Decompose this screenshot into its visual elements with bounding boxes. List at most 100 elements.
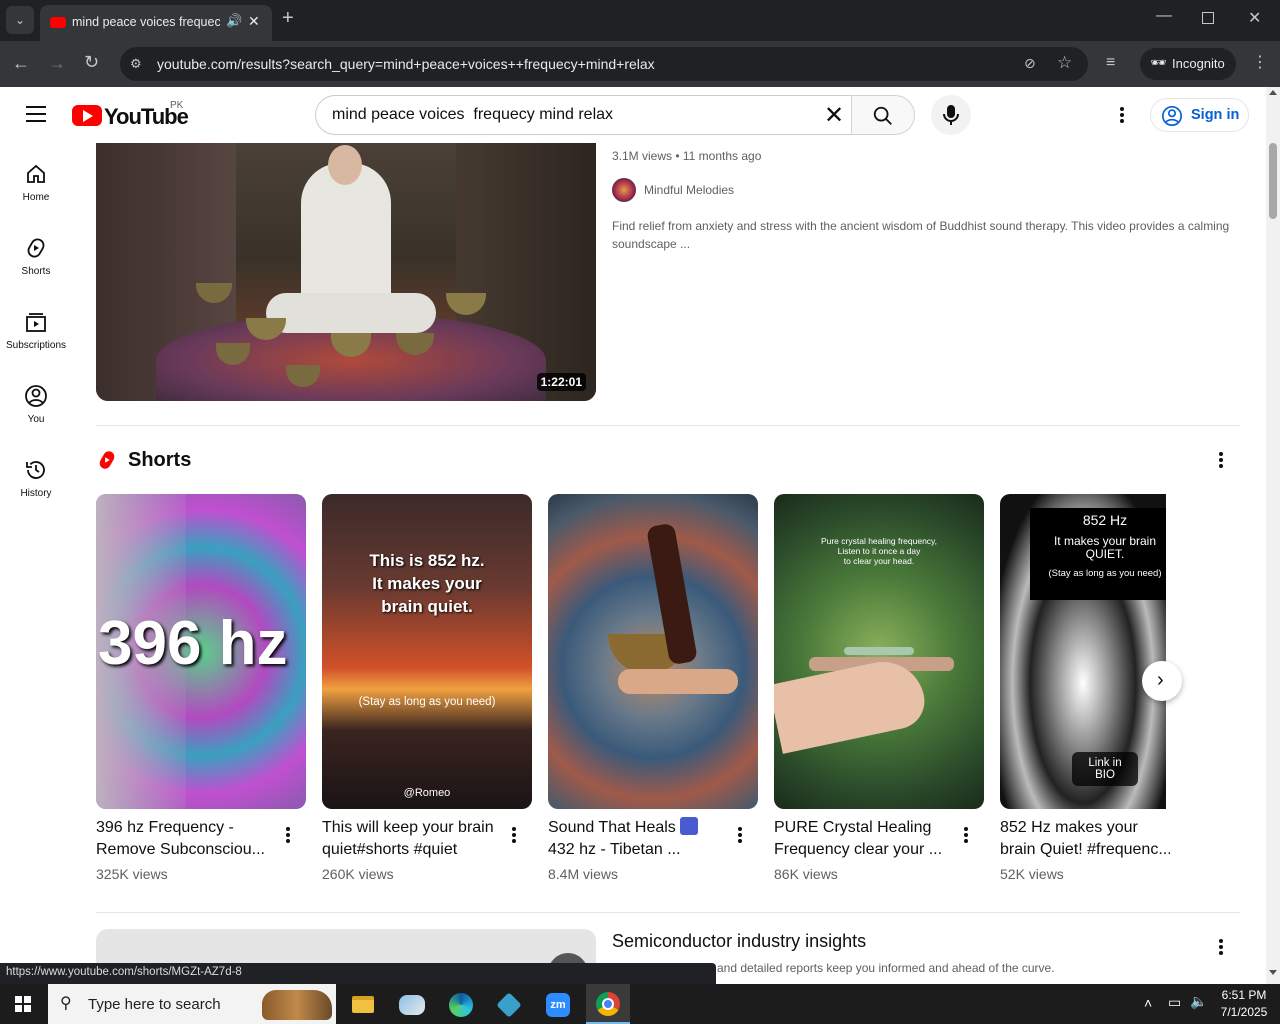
video-description: Find relief from anxiety and stress with…	[612, 219, 1230, 251]
home-icon	[27, 164, 45, 183]
media-controls-icon[interactable]: ≡	[1106, 55, 1115, 71]
incognito-badge[interactable]: 🕶 Incognito	[1140, 48, 1236, 80]
short-title-line: 852 Hz makes your	[1000, 819, 1138, 836]
short-views: 86K views	[774, 866, 838, 882]
file-explorer-icon[interactable]	[352, 996, 374, 1013]
search-query-text: mind peace voices frequecy mind relax	[332, 106, 614, 123]
page-scrollbar[interactable]	[1266, 87, 1280, 984]
short-thumbnail[interactable]: 396 hz	[96, 494, 306, 809]
show-hidden-icons-icon[interactable]: ˄	[1144, 995, 1152, 1011]
ad-menu-icon[interactable]	[1211, 937, 1231, 957]
short-title-line: Remove Subconsciou...	[96, 841, 265, 858]
sidebar-item-home[interactable]: Home	[4, 162, 68, 222]
sidebar-item-you[interactable]: You	[4, 384, 68, 444]
browser-menu-icon[interactable]: ⋮	[1252, 55, 1268, 71]
sidebar-item-shorts[interactable]: Shorts	[4, 236, 68, 296]
volume-icon[interactable]: 🔈	[1190, 993, 1207, 1010]
short-menu-icon[interactable]	[504, 825, 524, 845]
shorts-heading: Shorts	[128, 449, 192, 471]
short-menu-icon[interactable]	[956, 825, 976, 845]
incognito-icon: 🕶	[1150, 55, 1167, 70]
tab-close-icon[interactable]: ✕	[248, 13, 260, 30]
you-icon	[25, 385, 47, 407]
short-menu-icon[interactable]	[730, 825, 750, 845]
forward-icon[interactable]: →	[48, 54, 66, 72]
short-title[interactable]: 852 Hz makes your brain Quiet! #frequenc…	[1000, 817, 1170, 861]
windows-taskbar: ⚲ Type here to search zm ˄ ▭ 🔈 6:51 PM 7…	[0, 984, 1280, 1024]
channel-name[interactable]: Mindful Melodies	[644, 183, 734, 197]
browser-tab[interactable]: mind peace voices frequecy 🔊 ✕	[40, 5, 272, 41]
minimize-icon[interactable]: —	[1156, 8, 1172, 24]
tab-audio-icon[interactable]: 🔊	[226, 13, 242, 29]
zoom-app-icon[interactable]: zm	[546, 993, 570, 1017]
chrome-taskbar-button[interactable]	[586, 984, 630, 1024]
short-menu-icon[interactable]	[278, 825, 298, 845]
short-thumbnail[interactable]: 852 Hz It makes your brain QUIET. (Stay …	[1000, 494, 1166, 809]
short-thumbnail[interactable]: This is 852 hz. It makes your brain quie…	[322, 494, 532, 809]
short-title-line: Frequency clear your ...	[774, 841, 943, 858]
search-input[interactable]: mind peace voices frequecy mind relax ✕	[315, 95, 852, 135]
scroll-up-icon[interactable]	[1269, 90, 1277, 95]
clear-search-icon[interactable]: ✕	[824, 101, 844, 130]
scrollbar-thumb[interactable]	[1269, 143, 1277, 219]
short-overlay-text: Link in	[1088, 757, 1122, 769]
sidebar-item-subscriptions[interactable]: Subscriptions	[4, 310, 68, 370]
short-views: 52K views	[1000, 866, 1064, 882]
taskbar-search-box[interactable]: ⚲ Type here to search	[48, 984, 336, 1024]
channel-row[interactable]: Mindful Melodies	[612, 178, 912, 202]
settings-kebab-icon[interactable]	[1112, 105, 1132, 125]
windows-start-icon[interactable]	[15, 996, 31, 1012]
shorts-next-button[interactable]: ›	[1142, 661, 1182, 701]
close-window-icon[interactable]: ✕	[1248, 11, 1261, 27]
sign-in-button[interactable]: Sign in	[1150, 98, 1249, 132]
short-thumbnail[interactable]	[548, 494, 758, 809]
scroll-down-icon[interactable]	[1269, 970, 1277, 975]
short-title[interactable]: 396 hz Frequency - Remove Subconsciou...	[96, 817, 272, 861]
video-duration-badge: 1:22:01	[536, 373, 586, 391]
site-info-icon[interactable]: ⚙	[130, 56, 142, 72]
short-overlay-text: It makes your	[372, 574, 482, 593]
app-icon-diamond[interactable]	[496, 992, 522, 1018]
short-overlay-text: QUIET.	[1085, 547, 1125, 561]
short-title-line: 432 hz - Tibetan ...	[548, 841, 681, 858]
tab-search-icon[interactable]: ⌄	[6, 6, 34, 34]
short-overlay-text: BIO	[1095, 769, 1115, 781]
voice-search-button[interactable]	[931, 95, 971, 135]
short-overlay-text: 852 Hz	[1082, 512, 1128, 528]
reload-icon[interactable]: ↻	[84, 53, 99, 71]
channel-avatar[interactable]	[612, 178, 636, 202]
ad-title[interactable]: Semiconductor industry insights	[612, 931, 866, 952]
short-title[interactable]: PURE Crystal Healing Frequency clear you…	[774, 817, 950, 861]
short-thumbnail[interactable]: Pure crystal healing frequency, Listen t…	[774, 494, 984, 809]
youtube-logo[interactable]: YouTube PK	[72, 100, 189, 129]
short-title[interactable]: This will keep your brain quiet#shorts #…	[322, 817, 498, 861]
short-title-line: brain Quiet! #frequenc...	[1000, 841, 1170, 858]
taskbar-search-placeholder: Type here to search	[88, 996, 221, 1013]
video-views-age: 3.1M views • 11 months ago	[612, 149, 762, 163]
short-views: 260K views	[322, 866, 394, 882]
sidebar-label: You	[27, 414, 45, 425]
ad-snippet: and detailed reports keep you informed a…	[717, 961, 1055, 975]
clock-date: 7/1/2025	[1220, 1005, 1268, 1019]
video-thumbnail[interactable]: 1:22:01	[96, 143, 596, 401]
microphone-icon	[943, 105, 959, 125]
back-icon[interactable]: ←	[12, 54, 30, 72]
bookmark-star-icon[interactable]: ☆	[1057, 53, 1072, 73]
new-tab-icon[interactable]: +	[282, 8, 294, 28]
shorts-shelf-menu-icon[interactable]	[1211, 450, 1231, 470]
short-views: 8.4M views	[548, 866, 619, 882]
edge-browser-icon[interactable]	[449, 993, 473, 1017]
youtube-masthead: YouTube PK mind peace voices frequecy mi…	[0, 87, 1266, 143]
sidebar-item-history[interactable]: History	[4, 458, 68, 518]
short-title-line: 396 hz Frequency -	[96, 819, 234, 836]
short-title-line: Sound That Heals	[548, 817, 724, 839]
restore-icon[interactable]	[1202, 12, 1214, 24]
address-bar[interactable]: ⚙ youtube.com/results?search_query=mind+…	[120, 47, 1088, 81]
clock[interactable]: 6:51 PM 7/1/2025	[1214, 987, 1274, 1021]
hamburger-menu-icon[interactable]	[26, 106, 46, 122]
eye-off-icon[interactable]: ⊘	[1024, 55, 1036, 72]
search-button[interactable]	[851, 95, 915, 135]
short-title[interactable]: Sound That Heals 432 hz - Tibetan ...	[548, 817, 724, 861]
network-icon[interactable]: ▭	[1168, 994, 1181, 1011]
app-icon-flight[interactable]	[399, 995, 425, 1015]
